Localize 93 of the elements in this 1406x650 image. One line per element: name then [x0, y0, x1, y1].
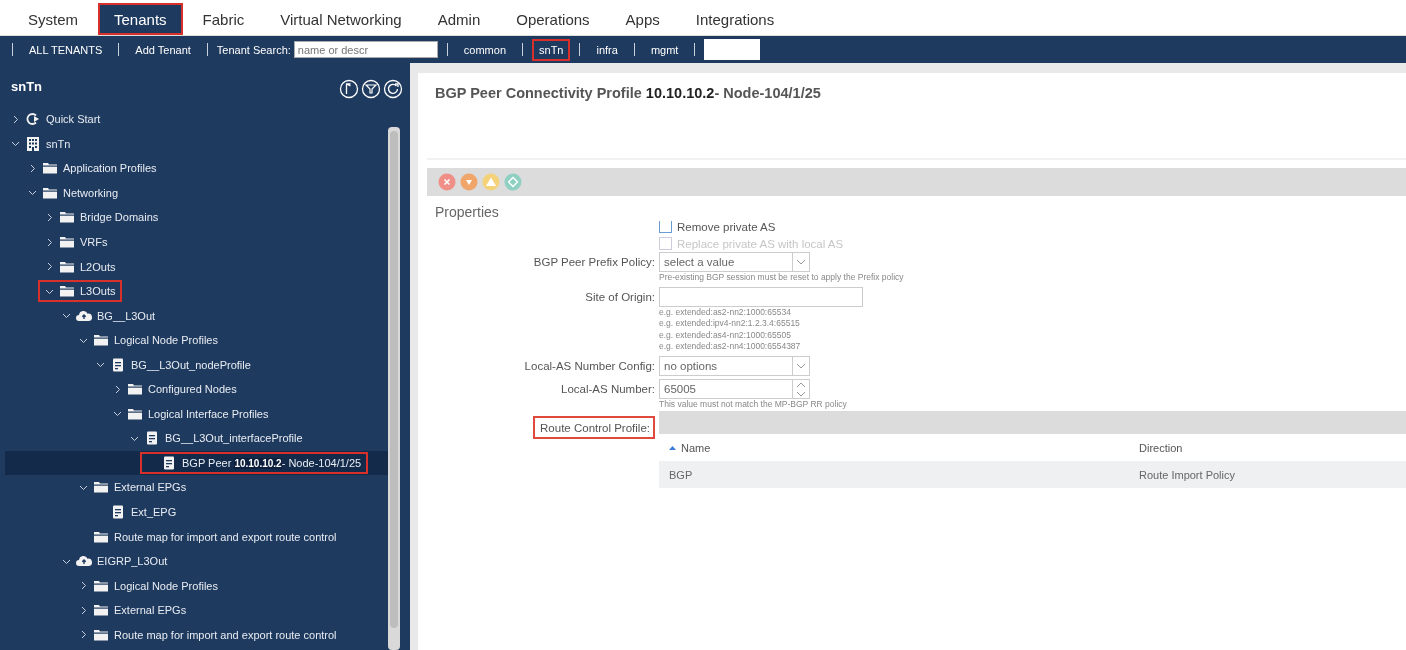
chevron-icon[interactable]	[79, 581, 88, 591]
chevron-icon[interactable]	[113, 409, 122, 419]
tree-item[interactable]: Application Profiles	[5, 156, 388, 181]
tree-item[interactable]: Logical Node Profiles	[5, 573, 388, 598]
tree-item[interactable]: Networking	[5, 180, 388, 206]
hint-text: e.g. extended:ipv4-nn2:1.2.3.4:65515	[659, 318, 801, 330]
folder-icon	[93, 602, 109, 619]
nav-tab[interactable]: System	[12, 3, 94, 35]
building-icon	[25, 135, 41, 152]
chevron-icon[interactable]	[11, 114, 20, 124]
checkbox[interactable]: Remove private AS	[659, 218, 1406, 235]
tree-item[interactable]: Quick Start	[5, 107, 388, 132]
field-label: Site of Origin:	[585, 289, 655, 303]
document-icon	[161, 454, 177, 471]
nav-tab[interactable]: Virtual Networking	[264, 3, 418, 35]
input-field[interactable]	[659, 286, 863, 307]
nav-tab[interactable]: Tenants	[98, 3, 183, 35]
tenant-link[interactable]: mgmt	[643, 38, 686, 61]
hint-text: e.g. extended:as4-nn2:1000:65505	[659, 329, 792, 341]
search-field[interactable]: name or descr	[293, 41, 438, 58]
nav-tab[interactable]: Admin	[421, 3, 497, 35]
chevron-icon[interactable]	[11, 139, 20, 149]
dropdown[interactable]: no options	[659, 355, 810, 376]
hint-text: e.g. extended:as2-nn4:1000:6554387	[659, 341, 802, 353]
tenant-link[interactable]: Add Tenant	[128, 38, 198, 61]
nav-tab[interactable]: Operations	[500, 3, 606, 35]
tree-item[interactable]: BG__L3Out_interfaceProfile	[5, 426, 388, 451]
tree-item[interactable]: Configured Nodes	[5, 377, 388, 402]
tree-item[interactable]: EIGRP_L3Out	[5, 548, 388, 574]
column-header[interactable]: Name	[659, 441, 1129, 454]
nav-tab[interactable]: Apps	[609, 3, 676, 35]
folder-icon	[42, 160, 58, 177]
document-icon	[110, 504, 126, 520]
tree-item[interactable]: BG__L3Out_nodeProfile	[5, 352, 388, 377]
folder-icon	[93, 479, 109, 496]
tree-item[interactable]: Logical Interface Profiles	[5, 401, 388, 427]
chevron-icon[interactable]	[113, 384, 122, 394]
nav-tab[interactable]: Fabric	[186, 3, 261, 35]
number-field[interactable]: 65005	[659, 378, 810, 399]
play-circle-icon	[25, 111, 41, 128]
tree-item[interactable]: Ext_EPG	[5, 499, 388, 525]
folder-icon	[59, 209, 75, 226]
column-header[interactable]: Direction	[1129, 441, 1406, 454]
folder-icon	[93, 332, 109, 349]
blank-field[interactable]	[704, 39, 761, 60]
hint-text: This value must not match the MP-BGP RR policy	[659, 398, 848, 410]
tree-item[interactable]: L3Outs	[5, 278, 388, 304]
field-label: Route Control Profile:	[533, 416, 655, 439]
tenant-link[interactable]: snTn	[532, 38, 571, 61]
document-icon	[144, 430, 160, 447]
chevron-icon[interactable]	[45, 212, 54, 222]
chevron-icon[interactable]	[62, 311, 71, 321]
chevron-icon[interactable]	[96, 360, 105, 370]
chevron-icon[interactable]	[28, 188, 37, 198]
section-title: Properties	[434, 203, 500, 218]
chevron-icon[interactable]	[28, 163, 37, 173]
tree-item[interactable]: Logical Node Profiles	[5, 327, 388, 353]
chevron-icon[interactable]	[45, 262, 54, 272]
hint-text: e.g. extended:as2-nn2:1000:65534	[659, 306, 792, 318]
tree-item[interactable]: External EPGs	[5, 597, 388, 623]
search-label: Tenant Search:	[216, 43, 291, 56]
folder-icon	[127, 381, 143, 398]
field-label: Local-AS Number:	[561, 381, 655, 395]
tree-item[interactable]: Route map for import and export route control	[5, 622, 388, 648]
page-title: BGP Peer Connectivity Profile 10.10.10.2- Node-104/1/25	[427, 73, 1406, 160]
nav-tab[interactable]: Integrations	[679, 3, 791, 35]
folder-icon	[59, 283, 75, 300]
table-row[interactable]: BGP Route Import Policy	[659, 461, 1406, 488]
field-label: BGP Peer Prefix Policy:	[533, 255, 655, 268]
tree-item[interactable]: Route map for import and export route control	[5, 524, 388, 549]
panel-title: snTn	[11, 79, 43, 94]
flag-icon[interactable]	[339, 79, 359, 99]
hint-text: Pre-existing BGP session must be reset to apply the Prefix policy	[659, 272, 905, 284]
refresh-icon[interactable]	[383, 79, 403, 99]
tree-item[interactable]: snTn	[5, 131, 388, 157]
tenant-link[interactable]: common	[456, 38, 513, 61]
scrollbar[interactable]	[388, 127, 400, 650]
dropdown[interactable]: select a value	[659, 252, 810, 272]
tenant-link[interactable]: infra	[589, 38, 625, 61]
tree-item[interactable]: L2Outs	[5, 254, 388, 279]
folder-icon	[59, 234, 75, 250]
filter-icon[interactable]	[361, 79, 381, 99]
tenant-link[interactable]: ALL TENANTS	[22, 38, 110, 61]
chevron-icon[interactable]	[79, 630, 88, 640]
tree-item[interactable]: External EPGs	[5, 475, 388, 500]
tree-item[interactable]: VRFs	[5, 229, 388, 255]
tree-item[interactable]: Bridge Domains	[5, 205, 388, 230]
chevron-icon[interactable]	[45, 237, 54, 247]
document-icon	[110, 356, 126, 373]
tree-item[interactable]: BGP Peer 10.10.10.2- Node-104/1/25	[5, 450, 388, 476]
field-label: Local-AS Number Config:	[524, 358, 655, 372]
tree-item[interactable]: BG__L3Out	[5, 303, 388, 328]
chevron-icon[interactable]	[79, 605, 88, 615]
